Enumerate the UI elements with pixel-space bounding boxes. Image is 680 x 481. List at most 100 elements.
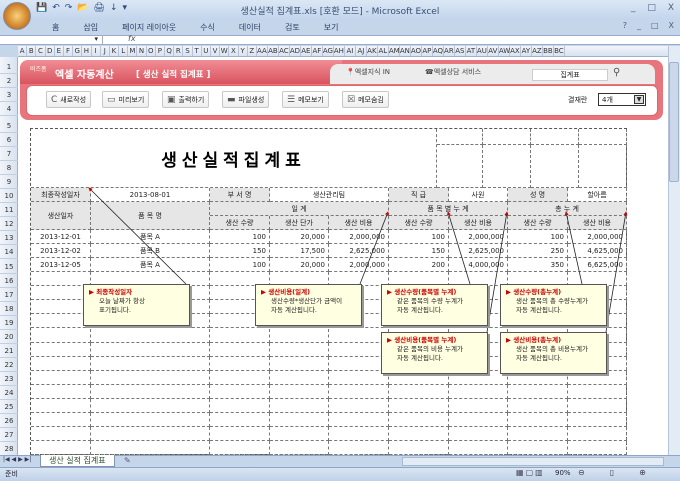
subheader-qty[interactable]: 생산 수량: [389, 216, 449, 231]
empty-cell[interactable]: [389, 398, 449, 413]
empty-cell[interactable]: [270, 356, 329, 371]
column-header[interactable]: U: [202, 46, 211, 56]
subheader-unit[interactable]: 생산 단가: [270, 216, 329, 231]
subheader-qty[interactable]: 생산 수량: [210, 216, 270, 231]
tab-page-layout[interactable]: 페이지 레이아웃: [110, 20, 188, 35]
horizontal-scrollbar[interactable]: [402, 457, 664, 466]
empty-cell[interactable]: [449, 398, 508, 413]
column-header[interactable]: AJ: [356, 46, 367, 56]
memo-total-cost[interactable]: ▶ 생산비용(총누계) 생산 품목의 총 비용누계가 자동 계산됩니다.: [500, 332, 607, 374]
empty-cell[interactable]: [508, 426, 568, 441]
cell-tqty[interactable]: 350: [508, 258, 568, 273]
empty-cell[interactable]: [210, 440, 270, 455]
empty-cell[interactable]: [508, 384, 568, 399]
search-input[interactable]: 집계표: [532, 69, 608, 81]
sheet-tab[interactable]: 생산 실적 집계표: [40, 455, 115, 467]
empty-cell[interactable]: [31, 286, 91, 301]
empty-cell[interactable]: [91, 440, 210, 455]
subheader-cost[interactable]: 생산 비용: [329, 216, 389, 231]
zoom-level[interactable]: 90%: [555, 469, 571, 477]
empty-cell[interactable]: [329, 370, 389, 385]
column-header[interactable]: AG: [323, 46, 334, 56]
row-header[interactable]: 3: [0, 88, 18, 102]
column-header[interactable]: F: [64, 46, 74, 56]
empty-cell[interactable]: [31, 426, 91, 441]
empty-cell[interactable]: [449, 440, 508, 455]
cell-iqty[interactable]: 100: [389, 230, 449, 245]
column-header[interactable]: I: [92, 46, 101, 56]
column-header[interactable]: AQ: [433, 46, 444, 56]
empty-cell[interactable]: [329, 398, 389, 413]
minimize-icon[interactable]: _: [631, 3, 636, 13]
column-header[interactable]: G: [73, 46, 83, 56]
row-header[interactable]: 9: [0, 175, 18, 190]
column-header[interactable]: A: [18, 46, 28, 56]
empty-cell[interactable]: [210, 370, 270, 385]
column-header[interactable]: V: [211, 46, 221, 56]
empty-cell[interactable]: [568, 412, 627, 427]
empty-cell[interactable]: [91, 328, 210, 343]
zoom-slider[interactable]: ⊖ ▯ ⊕: [578, 468, 646, 477]
cell-item[interactable]: 품목 A: [91, 230, 210, 245]
empty-cell[interactable]: [329, 384, 389, 399]
row-header[interactable]: 26: [0, 414, 18, 429]
empty-cell[interactable]: [210, 356, 270, 371]
cell-tcost[interactable]: 4,625,000: [568, 244, 627, 259]
empty-cell[interactable]: [31, 328, 91, 343]
print-button[interactable]: ▣ 출력하기: [162, 91, 210, 108]
row-header[interactable]: 21: [0, 344, 18, 358]
column-header[interactable]: AV: [488, 46, 499, 56]
tab-data[interactable]: 데이터: [227, 20, 273, 35]
approval-cell[interactable]: [579, 129, 627, 145]
last-date-label[interactable]: 최종작성일자: [31, 188, 91, 203]
cell-item[interactable]: 품목 A: [91, 258, 210, 273]
column-header[interactable]: X: [229, 46, 239, 56]
cell-icost[interactable]: 2,000,000: [449, 230, 508, 245]
approval-select[interactable]: 4개 ▼: [598, 93, 646, 106]
empty-cell[interactable]: [329, 440, 389, 455]
approval-cell[interactable]: [437, 145, 483, 188]
tab-formulas[interactable]: 수식: [188, 20, 227, 35]
column-header[interactable]: M: [128, 46, 138, 56]
subheader-cost[interactable]: 생산 비용: [449, 216, 508, 231]
cell-unit[interactable]: 20,000: [270, 230, 329, 245]
empty-cell[interactable]: [210, 412, 270, 427]
header-item-cum[interactable]: 품 목 별 누 계: [389, 202, 508, 217]
row-header[interactable]: 22: [0, 358, 18, 372]
column-header[interactable]: AL: [378, 46, 389, 56]
empty-cell[interactable]: [91, 426, 210, 441]
name-value[interactable]: 할아름: [568, 188, 627, 203]
empty-cell[interactable]: [210, 398, 270, 413]
column-header[interactable]: Q: [165, 46, 175, 56]
tab-review[interactable]: 검토: [273, 20, 312, 35]
column-header[interactable]: K: [110, 46, 120, 56]
empty-cell[interactable]: [31, 440, 91, 455]
empty-cell[interactable]: [91, 384, 210, 399]
name-label[interactable]: 성 명: [508, 188, 568, 203]
cell-tqty[interactable]: 250: [508, 244, 568, 259]
dept-value[interactable]: 생산관리팀: [270, 188, 389, 203]
empty-cell[interactable]: [270, 426, 329, 441]
empty-cell[interactable]: [329, 356, 389, 371]
memo-total-qty[interactable]: ▶ 생산수량(총누계) 생산 품목의 총 수량누계가 자동 계산됩니다.: [500, 284, 607, 326]
zoom-thumb[interactable]: ▯: [610, 468, 614, 477]
cell-unit[interactable]: 17,500: [270, 244, 329, 259]
subheader-cost[interactable]: 생산 비용: [568, 216, 627, 231]
column-header[interactable]: AA: [257, 46, 268, 56]
row-header[interactable]: 17: [0, 288, 18, 302]
empty-cell[interactable]: [91, 398, 210, 413]
row-header[interactable]: 11: [0, 203, 18, 218]
hide-memo-button[interactable]: ☒ 메모숨김: [342, 91, 389, 108]
fx-icon[interactable]: fx: [128, 34, 136, 43]
column-header[interactable]: Z: [248, 46, 257, 56]
empty-cell[interactable]: [389, 426, 449, 441]
empty-cell[interactable]: [210, 328, 270, 343]
column-header[interactable]: J: [101, 46, 110, 56]
zoom-in-icon[interactable]: ⊕: [639, 468, 646, 477]
cell-iqty[interactable]: 200: [389, 258, 449, 273]
column-header[interactable]: AX: [510, 46, 521, 56]
column-header[interactable]: AT: [466, 46, 477, 56]
chevron-down-icon[interactable]: ▼: [634, 95, 644, 104]
column-header[interactable]: D: [46, 46, 55, 56]
column-header[interactable]: AN: [400, 46, 411, 56]
